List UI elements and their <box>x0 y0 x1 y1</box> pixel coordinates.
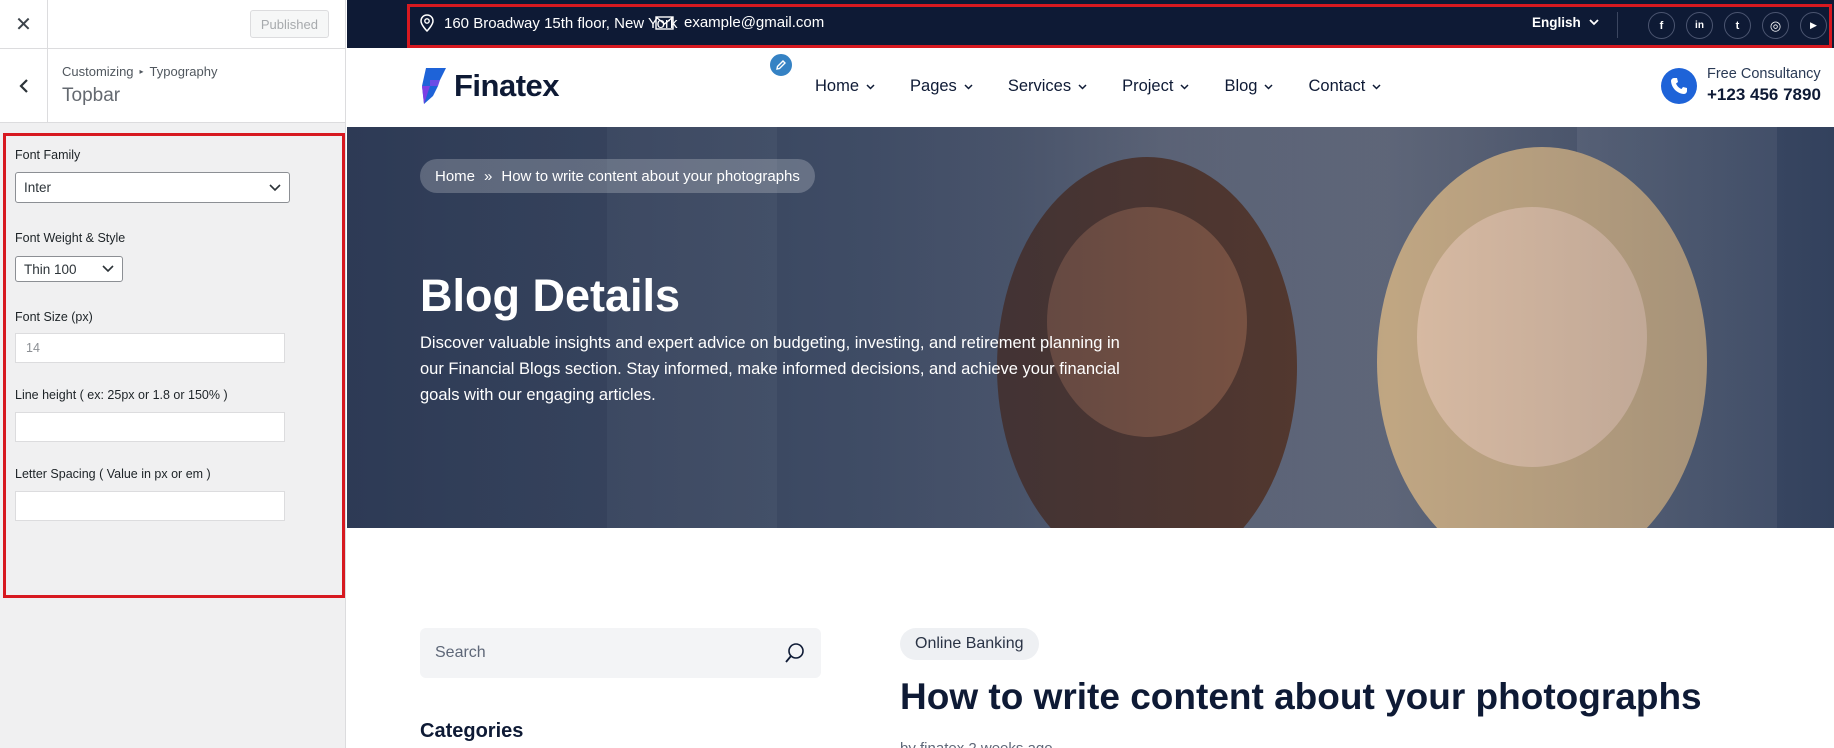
double-chevron-right-icon: » <box>484 167 493 185</box>
topbar-highlight-outline <box>407 4 1832 48</box>
menu-label: Blog <box>1224 77 1258 95</box>
chevron-down-icon <box>866 83 875 90</box>
search-placeholder: Search <box>435 644 486 661</box>
section-title: Topbar <box>62 85 121 106</box>
section-titles: Customizing ▸ Typography Topbar <box>48 49 217 122</box>
main-navbar: Finatex Home Pages Services Project Blog… <box>347 48 1834 127</box>
customizer-header: ✕ Published <box>0 0 345 49</box>
site-preview: 160 Broadway 15th floor, New York exampl… <box>347 0 1834 748</box>
typography-controls: Font Family Inter Font Weight & Style Th… <box>3 133 345 598</box>
search-icon[interactable] <box>784 642 806 664</box>
font-family-label: Font Family <box>15 148 81 162</box>
font-size-input[interactable]: 14 <box>15 333 285 363</box>
chevron-down-icon <box>269 183 281 191</box>
main-menu: Home Pages Services Project Blog Contact <box>815 77 1416 96</box>
customizer-sidebar: ✕ Published Customizing ▸ Typography Top… <box>0 0 346 748</box>
chevron-down-icon <box>1372 83 1381 90</box>
menu-item-pages[interactable]: Pages <box>910 77 973 96</box>
page-title: Blog Details <box>420 270 681 321</box>
line-height-label: Line height ( ex: 25px or 1.8 or 150% ) <box>15 388 228 402</box>
menu-label: Contact <box>1308 77 1366 95</box>
post-meta: by finatex 2 weeks ago <box>900 740 1053 748</box>
letter-spacing-label: Letter Spacing ( Value in px or em ) <box>15 467 211 481</box>
breadcrumb-separator-icon: ▸ <box>139 67 144 76</box>
breadcrumb-home-link[interactable]: Home <box>435 168 475 185</box>
breadcrumb-customizing: Customizing <box>62 64 134 79</box>
menu-label: Services <box>1007 77 1072 95</box>
font-weight-label: Font Weight & Style <box>15 231 126 245</box>
chevron-left-icon <box>18 78 28 93</box>
menu-label: Pages <box>910 77 957 95</box>
section-header: Customizing ▸ Typography Topbar <box>0 49 345 123</box>
consultancy-text: Free Consultancy +123 456 7890 <box>1707 66 1821 105</box>
edit-shortcut-pencil-icon[interactable] <box>768 52 794 78</box>
breadcrumb-current: How to write content about your photogra… <box>501 167 800 185</box>
consultancy-label: Free Consultancy <box>1707 66 1821 82</box>
logo-text: Finatex <box>454 68 560 103</box>
font-family-select[interactable]: Inter <box>15 172 290 203</box>
categories-heading: Categories <box>420 720 524 742</box>
font-size-label: Font Size (px) <box>15 310 93 324</box>
topbar: 160 Broadway 15th floor, New York exampl… <box>347 0 1834 48</box>
breadcrumb-typography: Typography <box>149 64 218 79</box>
close-customizer-button[interactable]: ✕ <box>0 0 48 48</box>
close-icon: ✕ <box>15 13 32 36</box>
menu-item-contact[interactable]: Contact <box>1308 77 1381 96</box>
post-title: How to write content about your photogra… <box>900 676 1702 717</box>
chevron-down-icon <box>964 83 973 90</box>
menu-label: Project <box>1122 77 1174 95</box>
menu-item-project[interactable]: Project <box>1122 77 1189 96</box>
consultancy-phone: +123 456 7890 <box>1707 85 1821 104</box>
letter-spacing-input[interactable] <box>15 491 285 521</box>
hero-banner: Home » How to write content about your p… <box>347 127 1834 528</box>
finatex-logo-icon <box>422 68 446 104</box>
chevron-down-icon <box>1078 83 1087 90</box>
menu-item-home[interactable]: Home <box>815 77 875 96</box>
menu-label: Home <box>815 77 860 95</box>
menu-item-blog[interactable]: Blog <box>1224 77 1274 96</box>
menu-item-services[interactable]: Services <box>1008 77 1087 96</box>
line-height-input[interactable] <box>15 412 285 442</box>
publish-button[interactable]: Published <box>249 10 329 38</box>
phone-icon <box>1661 67 1697 104</box>
post-category-tag[interactable]: Online Banking <box>900 628 1039 660</box>
font-weight-value: Thin 100 <box>24 261 77 277</box>
chevron-down-icon <box>1180 83 1189 90</box>
free-consultancy[interactable]: Free Consultancy +123 456 7890 <box>1661 66 1821 105</box>
font-weight-select[interactable]: Thin 100 <box>15 256 123 282</box>
hero-description: Discover valuable insights and expert ad… <box>420 334 1120 404</box>
chevron-down-icon <box>102 265 114 273</box>
page-breadcrumb: Home » How to write content about your p… <box>420 159 815 193</box>
search-input[interactable]: Search <box>420 628 821 678</box>
font-family-value: Inter <box>24 180 52 195</box>
customizer-breadcrumb: Customizing ▸ Typography <box>62 64 217 79</box>
chevron-down-icon <box>1264 83 1274 90</box>
back-button[interactable] <box>0 49 48 122</box>
site-logo[interactable]: Finatex <box>420 66 560 106</box>
